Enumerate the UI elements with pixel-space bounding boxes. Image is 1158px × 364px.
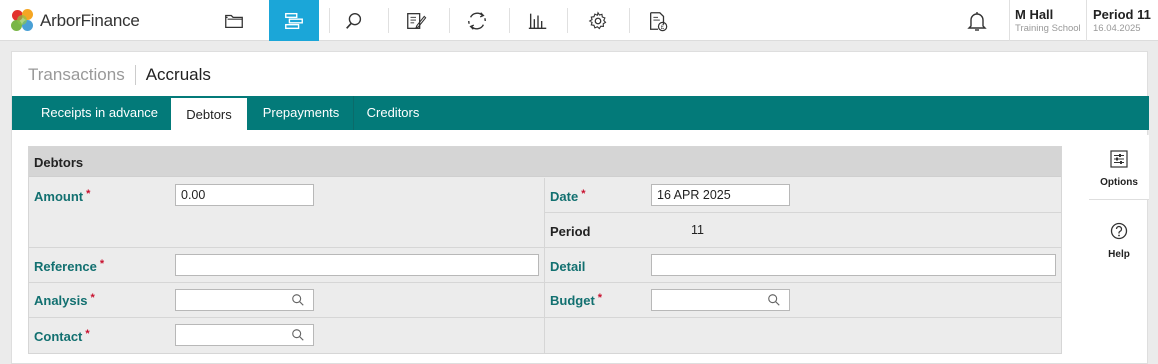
detail-label: Detail xyxy=(550,259,586,274)
page-title: Accruals xyxy=(145,65,211,84)
contact-label: Contact * xyxy=(34,328,90,344)
nav-finance-docs[interactable]: £ xyxy=(633,0,683,41)
nav-edit-document[interactable] xyxy=(391,0,441,41)
budget-lookup[interactable] xyxy=(651,289,790,311)
breadcrumb-transactions[interactable]: Transactions xyxy=(28,65,125,85)
main-panel: Transactions Accruals Receipts in advanc… xyxy=(11,51,1149,364)
date-label: Date * xyxy=(550,188,586,204)
help-question-icon xyxy=(1110,222,1128,240)
period-selector[interactable]: Period 11 16.04.2025 xyxy=(1086,0,1158,41)
pound-document-icon: £ xyxy=(650,11,668,31)
nav-refresh[interactable] xyxy=(452,0,502,41)
detail-input[interactable] xyxy=(651,254,1056,276)
nav-reports[interactable] xyxy=(513,0,563,41)
period-label: Period 11 xyxy=(1093,7,1151,22)
help-button[interactable]: Help xyxy=(1089,207,1149,272)
app-name: ArborFinance xyxy=(40,11,140,30)
debtors-form: Debtors Amount * 0.00 Date * 16 APR 2025 P… xyxy=(28,146,1062,354)
bar-chart-icon xyxy=(528,13,547,29)
edit-document-icon xyxy=(407,12,427,29)
form-title: Debtors xyxy=(29,147,1061,177)
tab-receipts-in-advance[interactable]: Receipts in advance xyxy=(28,96,171,130)
period-field-label: Period xyxy=(550,224,591,239)
nav-transactions[interactable] xyxy=(269,0,319,41)
search-icon[interactable] xyxy=(291,328,305,342)
notifications-bell-icon[interactable] xyxy=(965,9,989,33)
budget-label: Budget * xyxy=(550,292,603,308)
user-school: Training School xyxy=(1015,23,1081,34)
tab-prepayments[interactable]: Prepayments xyxy=(249,96,353,130)
amount-label: Amount * xyxy=(34,188,91,204)
help-label: Help xyxy=(1108,249,1130,260)
breadcrumb-divider xyxy=(134,65,136,85)
folder-icon xyxy=(225,14,243,28)
reference-input[interactable] xyxy=(175,254,539,276)
period-value: 11 xyxy=(691,223,704,237)
search-icon xyxy=(346,12,362,29)
amount-input[interactable]: 0.00 xyxy=(175,184,314,206)
nav-search[interactable] xyxy=(329,0,379,41)
app-logo[interactable]: ArborFinance xyxy=(10,8,140,34)
nav-settings[interactable] xyxy=(573,0,623,41)
tab-creditors[interactable]: Creditors xyxy=(353,96,433,130)
user-menu[interactable]: M Hall Training School xyxy=(1009,0,1086,41)
analysis-label: Analysis * xyxy=(34,292,95,308)
breadcrumb: Transactions Accruals xyxy=(28,65,211,85)
period-date: 16.04.2025 xyxy=(1093,23,1141,34)
search-icon[interactable] xyxy=(291,293,305,307)
settings-icon xyxy=(588,10,607,29)
contact-lookup[interactable] xyxy=(175,324,314,346)
transactions-icon xyxy=(285,12,303,29)
date-input[interactable]: 16 APR 2025 xyxy=(651,184,790,206)
nav-folder[interactable] xyxy=(209,0,259,41)
analysis-lookup[interactable] xyxy=(175,289,314,311)
arbor-logo-icon xyxy=(10,8,36,34)
top-bar: ArborFinance £ M Hall Training School Pe… xyxy=(0,0,1158,41)
options-label: Options xyxy=(1100,177,1138,188)
options-button[interactable]: Options xyxy=(1089,135,1149,200)
user-name: M Hall xyxy=(1015,7,1054,22)
refresh-cycle-icon xyxy=(468,11,486,30)
options-sliders-icon xyxy=(1110,150,1128,168)
reference-label: Reference * xyxy=(34,258,105,274)
tab-debtors[interactable]: Debtors xyxy=(171,98,247,130)
search-icon[interactable] xyxy=(767,293,781,307)
tab-bar: Receipts in advance Debtors Prepayments … xyxy=(12,96,1149,130)
